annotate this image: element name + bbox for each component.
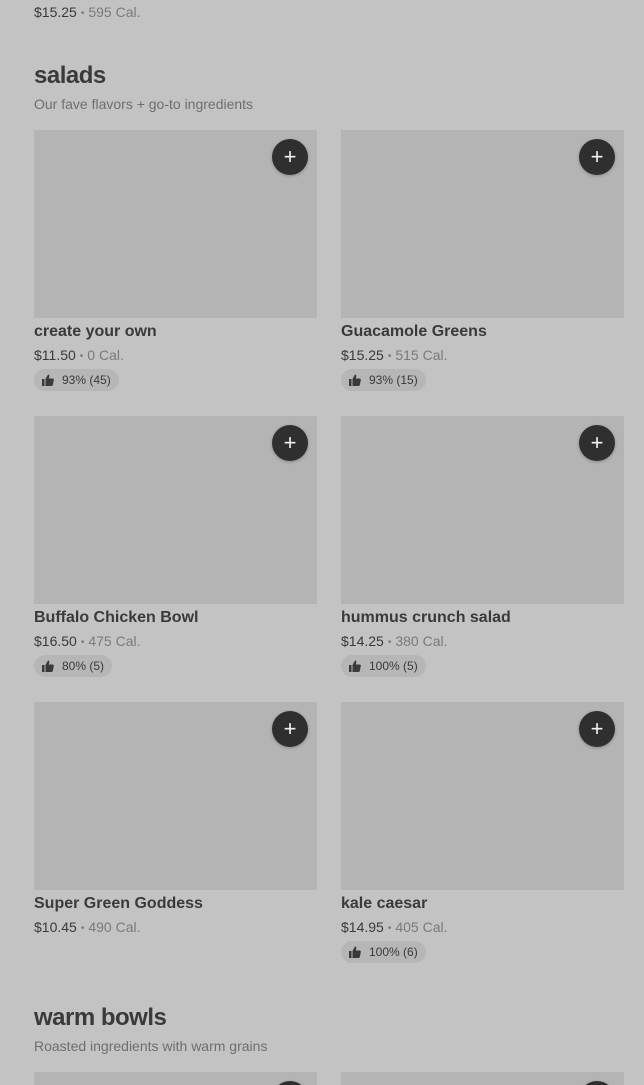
item-name: create your own: [34, 323, 157, 340]
rating-value: 100% (6): [369, 945, 418, 959]
rating-badge: 80% (5): [34, 655, 113, 677]
thumbs-up-icon: [349, 660, 361, 672]
item-meta: $11.50 • 0 Cal.: [34, 347, 317, 363]
separator-dot: •: [387, 637, 392, 648]
section-subtitle-warm-bowls: Roasted ingredients with warm grains: [34, 1038, 268, 1054]
previous-item-meta: $15.25 • 595 Cal.: [34, 4, 141, 20]
rating-badge: 93% (45): [34, 369, 119, 391]
menu-item-card[interactable]: + kale caesar $14.95 • 405 Cal. 100% (6): [341, 702, 624, 963]
menu-page: $15.25 • 595 Cal. salads Our fave flavors …: [0, 0, 644, 1085]
section-title-salads: salads: [34, 62, 106, 89]
item-price: $10.45: [34, 919, 77, 935]
separator-dot: •: [387, 923, 392, 934]
separator-dot: •: [387, 351, 392, 362]
rating-value: 100% (5): [369, 659, 418, 673]
item-price: $14.95: [341, 919, 384, 935]
rating-value: 93% (45): [62, 373, 111, 387]
plus-icon: +: [590, 144, 604, 169]
item-calories: 405 Cal.: [395, 919, 448, 935]
thumbs-up-icon: [42, 660, 54, 672]
item-calories: 515 Cal.: [395, 347, 448, 363]
item-calories: 490 Cal.: [88, 919, 141, 935]
item-meta: $14.95 • 405 Cal.: [341, 919, 624, 935]
add-item-button[interactable]: +: [272, 139, 308, 175]
add-item-button[interactable]: [579, 1081, 615, 1085]
plus-icon: +: [590, 716, 604, 741]
item-name: Super Green Goddess: [34, 895, 203, 912]
plus-icon: +: [283, 430, 297, 455]
item-meta: $16.50 • 475 Cal.: [34, 633, 317, 649]
rating-value: 93% (15): [369, 373, 418, 387]
item-image: +: [341, 130, 624, 318]
item-price: $15.25: [341, 347, 384, 363]
menu-item-card[interactable]: + Super Green Goddess $10.45 • 490 Cal.: [34, 702, 317, 935]
add-item-button[interactable]: +: [272, 711, 308, 747]
add-item-button[interactable]: +: [579, 711, 615, 747]
item-meta: $10.45 • 490 Cal.: [34, 919, 317, 935]
add-item-button[interactable]: [272, 1081, 308, 1085]
item-image: +: [341, 702, 624, 890]
item-name: Buffalo Chicken Bowl: [34, 609, 199, 626]
add-item-button[interactable]: +: [579, 425, 615, 461]
item-image: +: [34, 416, 317, 604]
plus-icon: +: [283, 144, 297, 169]
menu-item-card[interactable]: [341, 1072, 624, 1085]
item-calories: 475 Cal.: [88, 633, 141, 649]
item-price: $16.50: [34, 633, 77, 649]
item-price: $14.25: [341, 633, 384, 649]
item-name: Guacamole Greens: [341, 323, 487, 340]
separator-dot: •: [79, 351, 84, 362]
thumbs-up-icon: [349, 374, 361, 386]
plus-icon: +: [283, 716, 297, 741]
separator-dot: •: [80, 8, 85, 19]
rating-value: 80% (5): [62, 659, 105, 673]
item-calories: 595 Cal.: [88, 4, 141, 20]
item-price: $11.50: [34, 347, 76, 363]
item-meta: $15.25 • 515 Cal.: [341, 347, 624, 363]
menu-item-card[interactable]: + create your own $11.50 • 0 Cal. 93% (45): [34, 130, 317, 391]
item-calories: 0 Cal.: [87, 347, 124, 363]
item-meta: $14.25 • 380 Cal.: [341, 633, 624, 649]
menu-item-card[interactable]: [34, 1072, 317, 1085]
separator-dot: •: [80, 923, 85, 934]
menu-item-card[interactable]: + hummus crunch salad $14.25 • 380 Cal. 10…: [341, 416, 624, 677]
plus-icon: +: [590, 430, 604, 455]
item-name: hummus crunch salad: [341, 609, 511, 626]
rating-badge: 100% (5): [341, 655, 426, 677]
add-item-button[interactable]: +: [579, 139, 615, 175]
separator-dot: •: [80, 637, 85, 648]
item-image: +: [34, 702, 317, 890]
thumbs-up-icon: [349, 946, 361, 958]
section-title-warm-bowls: warm bowls: [34, 1004, 167, 1031]
item-name: kale caesar: [341, 895, 428, 912]
rating-badge: 100% (6): [341, 941, 426, 963]
item-calories: 380 Cal.: [395, 633, 448, 649]
item-price: $15.25: [34, 4, 77, 20]
item-image: +: [341, 416, 624, 604]
item-image: +: [34, 130, 317, 318]
menu-item-card[interactable]: + Guacamole Greens $15.25 • 515 Cal. 93% (…: [341, 130, 624, 391]
rating-badge: 93% (15): [341, 369, 426, 391]
thumbs-up-icon: [42, 374, 54, 386]
section-subtitle-salads: Our fave flavors + go-to ingredients: [34, 96, 254, 112]
menu-item-card[interactable]: + Buffalo Chicken Bowl $16.50 • 475 Cal. 8…: [34, 416, 317, 677]
add-item-button[interactable]: +: [272, 425, 308, 461]
